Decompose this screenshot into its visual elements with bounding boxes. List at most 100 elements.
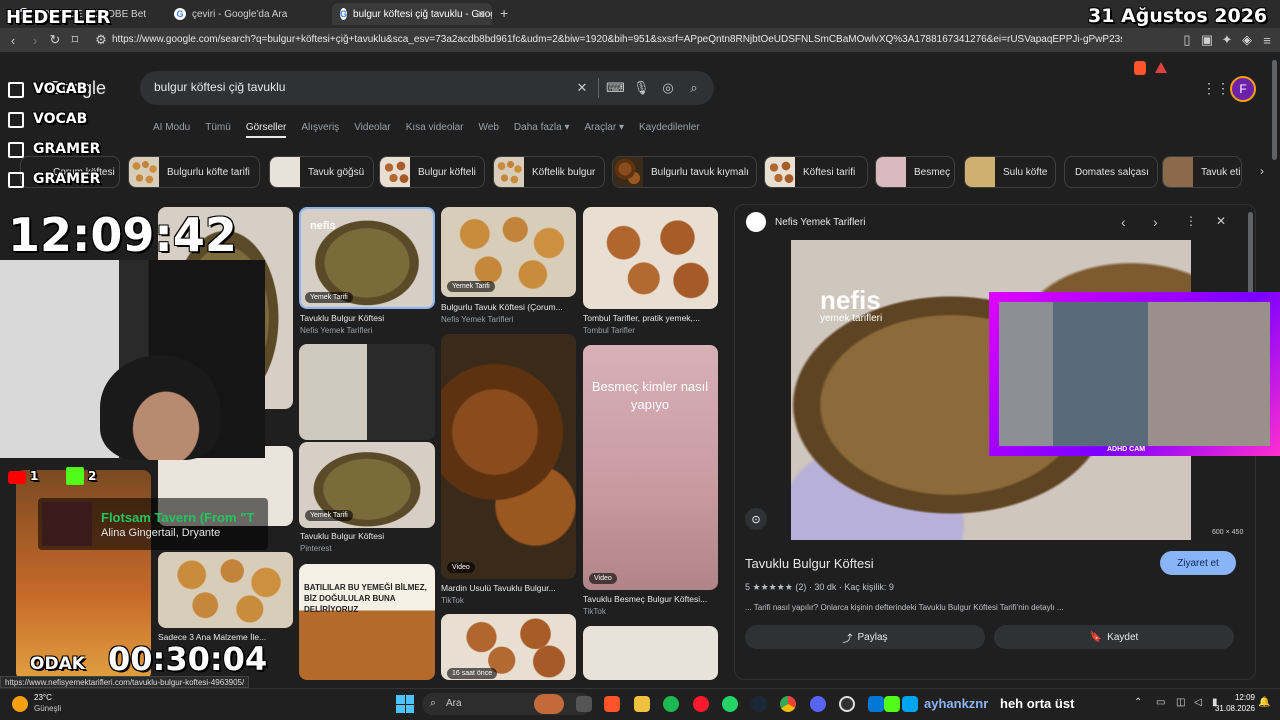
kick-icon[interactable]: [884, 696, 900, 712]
taskbar-search-placeholder[interactable]: Ara: [446, 698, 462, 709]
visit-button[interactable]: Ziyaret et: [1160, 551, 1236, 575]
weather-label[interactable]: Güneşli: [34, 704, 61, 713]
back-icon[interactable]: ‹: [4, 31, 22, 49]
brave-icon[interactable]: [604, 696, 620, 712]
microphone-icon[interactable]: 🎙: [633, 80, 650, 96]
chip[interactable]: Tavuk göğsü: [269, 156, 374, 188]
bookmark-icon[interactable]: ⌑: [66, 31, 84, 49]
result-image[interactable]: [583, 626, 718, 680]
result-source[interactable]: Tombul Tarifler: [583, 326, 718, 335]
tab-all[interactable]: Tümü: [205, 122, 231, 138]
reload-icon[interactable]: ↻: [46, 31, 64, 49]
result-caption[interactable]: Tavuklu Besmeç Bulgur Köftesi...: [583, 594, 718, 604]
chip[interactable]: Bulgur köfteli: [379, 156, 485, 188]
url-field[interactable]: https://www.google.com/search?q=bulgur+k…: [112, 32, 1122, 48]
menu-icon[interactable]: ≡: [1258, 31, 1276, 49]
tab-tools[interactable]: Araçlar ▾: [585, 122, 624, 138]
next-icon[interactable]: ›: [1153, 214, 1158, 230]
more-options-icon[interactable]: ⋮: [1185, 214, 1197, 228]
chip[interactable]: Bulgurlu tavuk kıymalı: [612, 156, 757, 188]
weather-sun-icon[interactable]: [12, 696, 28, 712]
wallet-icon[interactable]: ▣: [1198, 31, 1216, 49]
tab-short-videos[interactable]: Kısa videolar: [406, 122, 464, 138]
lens-search-icon[interactable]: ⊙: [745, 508, 767, 530]
preview-site-name[interactable]: Nefis Yemek Tarifleri: [775, 217, 865, 228]
clear-search-icon[interactable]: ✕: [574, 80, 590, 96]
taskbar-time[interactable]: 12:09: [1229, 693, 1255, 702]
app-icon[interactable]: [902, 696, 918, 712]
chips-next-icon[interactable]: ›: [1260, 164, 1264, 178]
result-image[interactable]: [583, 207, 718, 309]
weather-temp[interactable]: 23°C: [34, 693, 52, 702]
chip[interactable]: Bulgurlu köfte tarifi: [128, 156, 260, 188]
tab-more[interactable]: Daha fazla ▾: [514, 122, 570, 138]
close-icon[interactable]: ✕: [1216, 214, 1226, 228]
close-tab-icon[interactable]: ✕: [477, 8, 486, 21]
tab-ceviri[interactable]: G çeviri - Google'da Ara: [166, 3, 326, 25]
keyboard-icon[interactable]: ⌨: [606, 80, 625, 96]
tray-chevron-icon[interactable]: ⌃: [1134, 697, 1142, 708]
vpn-icon[interactable]: ◈: [1238, 31, 1256, 49]
tab-ai-mode[interactable]: AI Modu: [153, 122, 190, 138]
volume-icon[interactable]: ◁: [1194, 697, 1202, 708]
previous-icon[interactable]: ‹: [1121, 214, 1126, 230]
result-source[interactable]: Nefis Yemek Tarifleri: [300, 326, 435, 335]
tray-icon[interactable]: ▭: [1156, 697, 1165, 708]
task-view-icon[interactable]: [576, 696, 592, 712]
windows-start-icon[interactable]: [396, 695, 414, 713]
avatar[interactable]: F: [1230, 76, 1256, 102]
steam-icon[interactable]: [751, 696, 767, 712]
goal-checkbox[interactable]: [8, 172, 24, 188]
brave-rewards-icon[interactable]: [1155, 62, 1167, 73]
result-source[interactable]: Pinterest: [300, 544, 435, 553]
brave-shield-icon[interactable]: [1134, 61, 1146, 75]
chip[interactable]: Köftesi tarifi: [764, 156, 868, 188]
goal-checkbox[interactable]: [8, 82, 24, 98]
chip[interactable]: Sulu köfte: [964, 156, 1056, 188]
result-image[interactable]: [158, 552, 293, 628]
new-tab-button[interactable]: +: [500, 5, 508, 21]
tab-videos[interactable]: Videolar: [354, 122, 391, 138]
result-image[interactable]: [441, 334, 576, 579]
result-source[interactable]: Nefis Yemek Tarifleri: [441, 315, 576, 324]
sidebar-icon[interactable]: ▯: [1178, 31, 1196, 49]
obs-icon[interactable]: [839, 696, 855, 712]
goal-checkbox[interactable]: [8, 142, 24, 158]
chrome-icon[interactable]: [780, 696, 796, 712]
network-icon[interactable]: ◫: [1176, 697, 1185, 708]
preview-title[interactable]: Tavuklu Bulgur Köftesi: [745, 556, 874, 571]
result-caption[interactable]: Mardin Usulü Tavuklu Bulgur...: [441, 583, 576, 593]
tab-web[interactable]: Web: [479, 122, 499, 138]
share-button[interactable]: ⤴ Paylaş: [745, 625, 985, 649]
goal-checkbox[interactable]: [8, 112, 24, 128]
result-caption[interactable]: Tavuklu Bulgur Köftesi: [300, 313, 435, 323]
result-caption[interactable]: Bulgurlu Tavuk Köftesi (Çorum...: [441, 302, 576, 312]
whatsapp-icon[interactable]: [722, 696, 738, 712]
page-scrollbar[interactable]: [1272, 60, 1277, 160]
file-explorer-icon[interactable]: [634, 696, 650, 712]
apps-grid-icon[interactable]: ⋮⋮: [1202, 80, 1230, 97]
lens-icon[interactable]: ◎: [660, 80, 676, 96]
taskbar-date[interactable]: 31.08.2026: [1214, 704, 1255, 713]
search-highlight-icon[interactable]: [534, 694, 564, 714]
forward-icon[interactable]: ›: [26, 31, 44, 49]
ai-icon[interactable]: ✦: [1218, 31, 1236, 49]
result-source[interactable]: TikTok: [441, 596, 576, 605]
chip[interactable]: Besmeç: [875, 156, 955, 188]
save-button[interactable]: 🔖 Kaydet: [994, 625, 1234, 649]
spotify-icon[interactable]: [663, 696, 679, 712]
chip[interactable]: Tavuk eti: [1162, 156, 1242, 188]
chip[interactable]: Domates salçası: [1064, 156, 1158, 188]
opera-icon[interactable]: [693, 696, 709, 712]
tab-shopping[interactable]: Alışveriş: [301, 122, 339, 138]
result-caption[interactable]: Tavuklu Bulgur Köftesi: [300, 531, 435, 541]
tab-bulgur[interactable]: G bulgur köftesi çiğ tavuklu - Goog ✕: [332, 3, 492, 25]
notification-icon[interactable]: 🔔: [1258, 697, 1270, 708]
result-image[interactable]: [299, 344, 435, 440]
app-icon[interactable]: [868, 696, 884, 712]
chip[interactable]: Köftelik bulgur: [493, 156, 605, 188]
site-settings-icon[interactable]: ⚙: [92, 31, 110, 49]
result-caption[interactable]: Tombul Tarifler, pratik yemek,...: [583, 313, 718, 323]
tab-saved[interactable]: Kaydedilenler: [639, 122, 700, 138]
tab-images[interactable]: Görseller: [245, 122, 287, 138]
